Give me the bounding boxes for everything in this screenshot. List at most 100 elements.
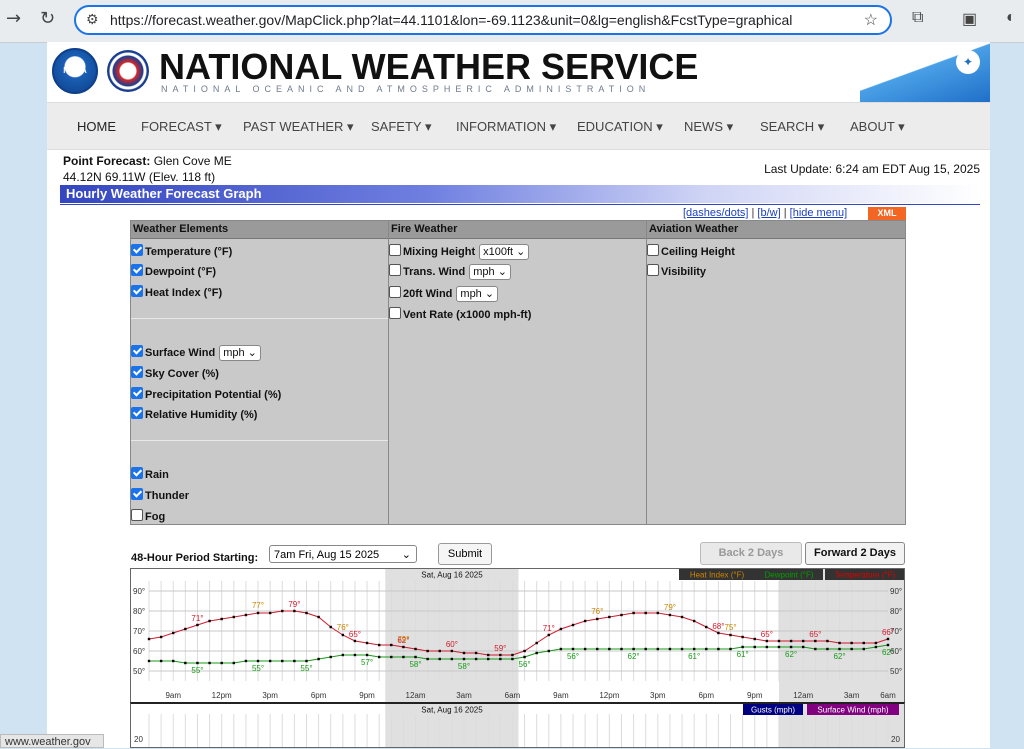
temperature-data-label: 68° xyxy=(712,622,724,631)
forward-2-days-button[interactable]: Forward 2 Days xyxy=(805,542,905,565)
series-point xyxy=(281,659,284,663)
20ft-wind-units-select[interactable]: mph ⌄ xyxy=(456,286,499,302)
bw-link[interactable]: [b/w] xyxy=(757,207,780,219)
series-point xyxy=(159,659,163,663)
option-mixing-height[interactable]: Mixing Height x100ft ⌄ xyxy=(389,244,530,260)
thunder-checkbox[interactable] xyxy=(131,488,143,500)
relative-humidity-label: Relative Humidity (%) xyxy=(145,409,258,421)
sky-cover-checkbox[interactable] xyxy=(131,366,143,378)
temperature-data-label: 71° xyxy=(191,614,203,623)
forward-icon[interactable]: → xyxy=(6,8,21,29)
series-point xyxy=(196,623,199,627)
visibility-checkbox[interactable] xyxy=(647,264,659,276)
site-settings-icon[interactable]: ⚙ xyxy=(86,11,99,28)
vent-rate-checkbox[interactable] xyxy=(389,307,401,319)
option-heat-index[interactable]: Heat Index (°F) xyxy=(131,285,222,301)
dewpoint-checkbox[interactable] xyxy=(131,264,143,276)
x-tick-label: 6am xyxy=(880,691,896,700)
hide-menu-link[interactable]: [hide menu] xyxy=(790,207,847,219)
option-visibility[interactable]: Visibility xyxy=(647,264,706,280)
heat-index-data-label: 76° xyxy=(591,607,603,616)
address-bar[interactable]: ⚙ https://forecast.weather.gov/MapClick.… xyxy=(74,5,892,35)
dewpoint-data-label: 56° xyxy=(567,652,579,661)
xml-button[interactable]: XML xyxy=(868,207,906,220)
trans-wind-checkbox[interactable] xyxy=(389,264,401,276)
dewpoint-data-label: 55° xyxy=(252,664,264,673)
series-point xyxy=(293,659,296,663)
submit-button[interactable]: Submit xyxy=(438,543,492,565)
doc-emblem-icon[interactable]: ✦ xyxy=(956,50,980,74)
20ft-wind-checkbox[interactable] xyxy=(389,286,401,298)
mixing-height-label: Mixing Height xyxy=(403,246,476,258)
series-point xyxy=(826,639,829,643)
series-point xyxy=(886,643,890,647)
option-trans-wind[interactable]: Trans. Wind mph ⌄ xyxy=(389,264,511,280)
option-20ft-wind[interactable]: 20ft Wind mph ⌄ xyxy=(389,286,499,302)
heat-index-data-label: 75° xyxy=(724,623,736,632)
menu-home[interactable]: HOME xyxy=(77,119,116,134)
series-point xyxy=(620,613,623,617)
menu-forecast[interactable]: FORECAST ▾ xyxy=(141,119,222,135)
fog-checkbox[interactable] xyxy=(131,509,143,521)
noaa-logo-icon[interactable]: NOAA xyxy=(52,48,98,94)
option-fog[interactable]: Fog xyxy=(131,509,165,525)
option-dewpoint[interactable]: Dewpoint (°F) xyxy=(131,264,216,280)
surface-wind-checkbox[interactable] xyxy=(131,345,143,357)
series-point xyxy=(559,627,563,631)
fire-weather-header: Fire Weather xyxy=(389,221,646,239)
profile-icon[interactable]: ◐ xyxy=(1006,9,1016,27)
back-2-days-button[interactable]: Back 2 Days xyxy=(700,542,802,565)
option-rain[interactable]: Rain xyxy=(131,467,169,483)
option-ceiling-height[interactable]: Ceiling Height xyxy=(647,244,735,260)
option-temperature[interactable]: Temperature (°F) xyxy=(131,244,232,260)
dashes-dots-link[interactable]: [dashes/dots] xyxy=(683,207,748,219)
menu-safety[interactable]: SAFETY ▾ xyxy=(371,119,431,135)
series-point xyxy=(317,657,320,661)
thunder-label: Thunder xyxy=(145,490,189,502)
precip-potential-checkbox[interactable] xyxy=(131,387,143,399)
series-point xyxy=(535,651,538,655)
option-relative-humidity[interactable]: Relative Humidity (%) xyxy=(131,407,257,423)
temperature-checkbox[interactable] xyxy=(131,244,143,256)
menu-search[interactable]: SEARCH ▾ xyxy=(760,119,824,135)
legend-item: Surface Wind (mph) xyxy=(817,706,888,715)
series-point xyxy=(438,649,441,653)
menu-information[interactable]: INFORMATION ▾ xyxy=(456,119,556,135)
option-vent-rate[interactable]: Vent Rate (x1000 mph-ft) xyxy=(389,307,531,323)
series-point xyxy=(692,647,696,651)
x-tick-label: 12pm xyxy=(212,691,232,700)
legend-item: Dewpoint (°F) xyxy=(765,571,814,580)
mixing-height-checkbox[interactable] xyxy=(389,244,401,256)
series-point xyxy=(608,647,611,651)
bookmark-star-icon[interactable]: ☆ xyxy=(864,10,878,30)
menu-past-weather[interactable]: PAST WEATHER ▾ xyxy=(243,119,354,135)
menu-about[interactable]: ABOUT ▾ xyxy=(850,119,905,135)
nws-logo-icon[interactable] xyxy=(107,50,149,92)
heat-index-checkbox[interactable] xyxy=(131,285,143,297)
option-sky-cover[interactable]: Sky Cover (%) xyxy=(131,366,219,382)
display-options: [dashes/dots] | [b/w] | [hide menu] xyxy=(683,207,847,219)
rain-checkbox[interactable] xyxy=(131,467,143,479)
surface-wind-units-select[interactable]: mph ⌄ xyxy=(219,345,261,361)
series-point xyxy=(450,649,454,653)
ceiling-height-checkbox[interactable] xyxy=(647,244,659,256)
period-select[interactable]: 7am Fri, Aug 15 2025 ⌄ xyxy=(269,545,417,563)
menu-news[interactable]: NEWS ▾ xyxy=(684,119,733,135)
relative-humidity-checkbox[interactable] xyxy=(131,407,143,419)
menu-education[interactable]: EDUCATION ▾ xyxy=(577,119,663,135)
reading-list-icon[interactable]: ▣ xyxy=(962,9,977,29)
option-precip-potential[interactable]: Precipitation Potential (%) xyxy=(131,387,281,403)
mixing-height-units-select[interactable]: x100ft ⌄ xyxy=(479,244,530,260)
reload-icon[interactable]: ↻ xyxy=(40,8,55,29)
series-point xyxy=(765,639,769,643)
series-point xyxy=(426,649,429,653)
url-text[interactable]: https://forecast.weather.gov/MapClick.ph… xyxy=(110,12,792,28)
series-point xyxy=(329,625,332,629)
trans-wind-units-select[interactable]: mph ⌄ xyxy=(469,264,511,280)
option-thunder[interactable]: Thunder xyxy=(131,488,189,504)
extensions-icon[interactable]: ⧉ xyxy=(912,9,923,27)
temperature-data-label: 60° xyxy=(446,640,458,649)
x-tick-label: 12pm xyxy=(599,691,619,700)
heat-index-data-label: 77° xyxy=(252,601,264,610)
option-surface-wind[interactable]: Surface Wind mph ⌄ xyxy=(131,345,261,361)
